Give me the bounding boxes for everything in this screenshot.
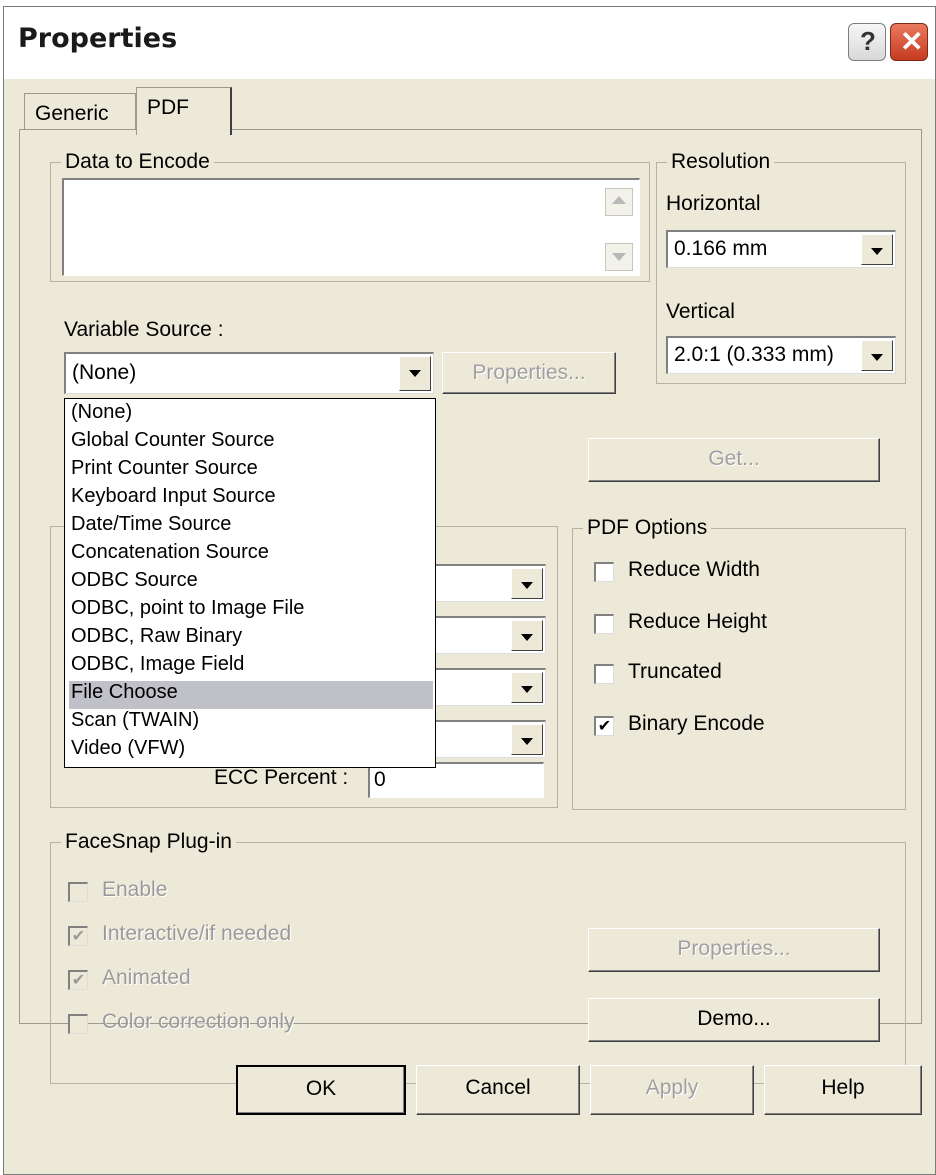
reduce-height-checkbox[interactable] [594, 614, 614, 634]
properties-dialog: Properties ? ✕ Generic PDF Data to Encod… [3, 6, 936, 1175]
chevron-down-icon[interactable] [511, 620, 543, 651]
horizontal-resolution-select[interactable]: 0.166 mm [666, 230, 896, 268]
list-item[interactable]: Global Counter Source [69, 429, 433, 457]
apply-button[interactable]: Apply [590, 1065, 754, 1115]
vertical-resolution-select[interactable]: 2.0:1 (0.333 mm) [666, 336, 896, 374]
animated-label: Animated [102, 966, 191, 989]
chevron-down-icon[interactable] [511, 672, 543, 703]
variable-source-properties-button[interactable]: Properties... [442, 352, 616, 394]
chevron-down-icon[interactable] [861, 340, 893, 371]
data-to-encode-input[interactable] [62, 178, 640, 276]
checkmark-icon: ✔ [71, 928, 86, 945]
resolution-label: Resolution [667, 150, 775, 174]
close-button[interactable]: ✕ [890, 23, 928, 61]
scroll-down-icon[interactable] [605, 243, 633, 271]
ecc-percent-label: ECC Percent : [214, 766, 349, 789]
list-item[interactable]: Scan (TWAIN) [69, 709, 433, 737]
chevron-down-icon[interactable] [861, 234, 893, 265]
enable-label: Enable [102, 878, 168, 901]
demo-button[interactable]: Demo... [588, 998, 880, 1042]
pdf-options-label: PDF Options [583, 516, 712, 540]
data-to-encode-label: Data to Encode [61, 150, 214, 174]
help-title-button[interactable]: ? [848, 23, 886, 61]
color-correction-label: Color correction only [102, 1010, 295, 1033]
checkmark-icon: ✔ [597, 718, 612, 735]
list-item[interactable]: Concatenation Source [69, 541, 433, 569]
window-title: Properties [18, 23, 178, 54]
question-icon: ? [860, 26, 876, 56]
horizontal-label: Horizontal [666, 192, 761, 215]
chevron-down-icon[interactable] [511, 724, 543, 755]
variable-source-label: Variable Source : [64, 318, 224, 341]
tab-pdf[interactable]: PDF [136, 87, 232, 135]
binary-encode-checkbox[interactable]: ✔ [594, 716, 614, 736]
facesnap-properties-button[interactable]: Properties... [588, 928, 880, 972]
list-item[interactable]: ODBC, point to Image File [69, 597, 433, 625]
ok-button[interactable]: OK [236, 1065, 406, 1115]
color-correction-checkbox[interactable] [68, 1014, 88, 1034]
vertical-label: Vertical [666, 300, 735, 323]
reduce-height-label[interactable]: Reduce Height [628, 610, 767, 634]
tab-generic[interactable]: Generic [24, 93, 136, 133]
enable-checkbox[interactable] [68, 882, 88, 902]
reduce-width-checkbox[interactable] [594, 562, 614, 582]
close-icon: ✕ [900, 26, 924, 57]
tab-panel-pdf: Data to Encode Resolution Horizontal 0.1… [19, 129, 922, 1084]
help-button[interactable]: Help [764, 1065, 922, 1115]
chevron-down-icon[interactable] [399, 356, 431, 391]
list-item[interactable]: ODBC Source [69, 569, 433, 597]
variable-source-select[interactable]: (None) [64, 352, 434, 394]
interactive-label: Interactive/if needed [102, 922, 292, 945]
list-item[interactable]: (None) [69, 401, 433, 429]
interactive-checkbox[interactable]: ✔ [68, 926, 88, 946]
scroll-up-icon[interactable] [605, 188, 633, 216]
list-item[interactable]: Keyboard Input Source [69, 485, 433, 513]
list-item-selected[interactable]: File Choose [69, 681, 433, 709]
checkmark-icon: ✔ [71, 972, 86, 989]
animated-checkbox[interactable]: ✔ [68, 970, 88, 990]
truncated-checkbox[interactable] [594, 664, 614, 684]
list-item[interactable]: Video (VFW) [69, 737, 433, 765]
list-item[interactable]: ODBC, Raw Binary [69, 625, 433, 653]
get-button[interactable]: Get... [588, 438, 880, 482]
list-item[interactable]: ODBC, Image Field [69, 653, 433, 681]
reduce-width-label[interactable]: Reduce Width [628, 558, 760, 582]
chevron-down-icon[interactable] [511, 568, 543, 599]
list-item[interactable]: Date/Time Source [69, 513, 433, 541]
binary-encode-label[interactable]: Binary Encode [628, 712, 765, 736]
facesnap-label: FaceSnap Plug-in [61, 830, 236, 854]
cancel-button[interactable]: Cancel [416, 1065, 580, 1115]
truncated-label[interactable]: Truncated [628, 660, 722, 684]
list-item[interactable]: Print Counter Source [69, 457, 433, 485]
title-bar[interactable]: Properties ? ✕ [4, 7, 935, 79]
variable-source-dropdown-list[interactable]: (None) Global Counter Source Print Count… [64, 398, 436, 768]
